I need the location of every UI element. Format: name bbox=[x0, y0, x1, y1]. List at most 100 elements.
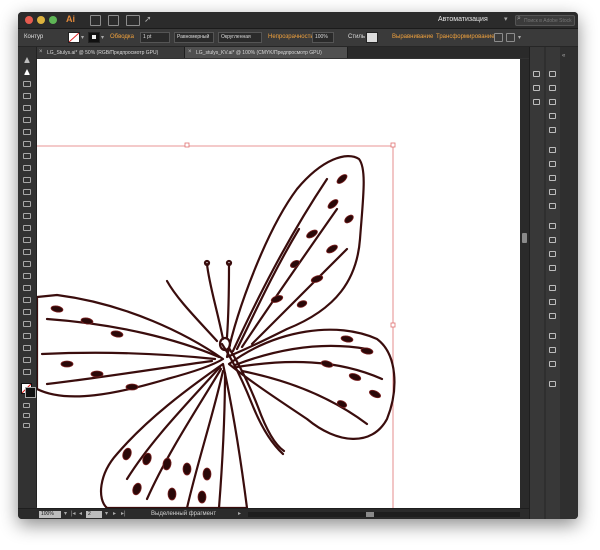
butterfly-artwork[interactable] bbox=[37, 59, 520, 508]
width-tool-icon[interactable] bbox=[23, 213, 31, 219]
stroke-panel-icon[interactable] bbox=[549, 147, 556, 153]
selection-handle[interactable] bbox=[390, 322, 396, 328]
stock-icon[interactable] bbox=[108, 15, 119, 26]
direct-selection-tool-icon[interactable] bbox=[24, 69, 30, 75]
style-swatch[interactable] bbox=[366, 32, 378, 43]
magic-wand-tool-icon[interactable] bbox=[23, 81, 31, 87]
blend-tool-icon[interactable] bbox=[23, 297, 31, 303]
vertical-scrollbar[interactable] bbox=[520, 59, 529, 508]
opacity-field[interactable]: 100% bbox=[312, 32, 334, 43]
zoom-tool-icon[interactable] bbox=[23, 369, 31, 375]
properties-panel-icon[interactable] bbox=[533, 71, 540, 77]
close-window-button[interactable] bbox=[25, 16, 33, 24]
graphic-styles-panel-icon[interactable] bbox=[549, 203, 556, 209]
appearance-panel-icon[interactable] bbox=[549, 189, 556, 195]
navigator-panel-icon[interactable] bbox=[549, 381, 556, 387]
mesh-tool-icon[interactable] bbox=[23, 261, 31, 267]
zoom-field[interactable]: 100% bbox=[39, 511, 61, 518]
libraries-panel-icon[interactable] bbox=[533, 99, 540, 105]
stroke-swatch[interactable] bbox=[88, 32, 100, 43]
stroke-color-icon[interactable] bbox=[25, 387, 36, 398]
links-panel-icon[interactable] bbox=[549, 333, 556, 339]
brush-select[interactable]: Округленная bbox=[218, 32, 262, 43]
layers-panel-icon[interactable] bbox=[533, 85, 540, 91]
gradient-tool-icon[interactable] bbox=[23, 273, 31, 279]
arrange-documents-icon[interactable] bbox=[126, 15, 140, 26]
color-panel-icon[interactable] bbox=[549, 71, 556, 77]
selection-handle[interactable] bbox=[390, 142, 396, 148]
horizontal-scrollbar-thumb[interactable] bbox=[366, 512, 374, 517]
rectangle-tool-icon[interactable] bbox=[23, 141, 31, 147]
stroke-dropdown-icon[interactable]: ▾ bbox=[101, 34, 104, 41]
stock-search-input[interactable] bbox=[524, 16, 572, 25]
next-artboard-icon[interactable]: ▸ bbox=[113, 510, 116, 517]
curvature-tool-icon[interactable] bbox=[23, 105, 31, 111]
vertical-scrollbar-thumb[interactable] bbox=[522, 233, 527, 243]
opacity-link[interactable]: Непрозрачность bbox=[268, 34, 313, 40]
shape-builder-tool-icon[interactable] bbox=[23, 237, 31, 243]
bridge-icon[interactable] bbox=[90, 15, 101, 26]
drawing-mode-icon[interactable] bbox=[23, 413, 30, 418]
horizontal-scrollbar[interactable] bbox=[248, 512, 520, 517]
selection-tool-icon[interactable] bbox=[24, 57, 30, 63]
collapse-panels-icon[interactable]: « bbox=[562, 53, 565, 59]
eyedropper-tool-icon[interactable] bbox=[23, 285, 31, 291]
symbol-sprayer-tool-icon[interactable] bbox=[23, 309, 31, 315]
gradient-panel-icon[interactable] bbox=[549, 161, 556, 167]
tab-document-1[interactable]: × LG_Stulys.ai* @ 50% (RGB/Предпросмотр … bbox=[36, 47, 185, 58]
free-transform-tool-icon[interactable] bbox=[23, 225, 31, 231]
pathfinder-panel-icon[interactable] bbox=[549, 313, 556, 319]
character-panel-icon[interactable] bbox=[549, 223, 556, 229]
tab-document-2[interactable]: × LG_stulys_KV.ai* @ 100% (CMYK/Предпрос… bbox=[185, 47, 348, 58]
last-artboard-icon[interactable]: ▸| bbox=[121, 510, 126, 517]
hand-tool-icon[interactable] bbox=[23, 357, 31, 363]
transparency-panel-icon[interactable] bbox=[549, 175, 556, 181]
artboard-dropdown-icon[interactable]: ▾ bbox=[105, 510, 108, 517]
fill-swatch[interactable] bbox=[68, 32, 80, 43]
arrange-icon[interactable] bbox=[506, 33, 515, 42]
panel-menu-icon[interactable]: ▾ bbox=[518, 34, 521, 41]
graph-tool-icon[interactable] bbox=[23, 321, 31, 327]
artboard-tool-icon[interactable] bbox=[23, 333, 31, 339]
transform-link[interactable]: Трансформирование bbox=[436, 34, 495, 40]
selection-handle[interactable] bbox=[184, 142, 190, 148]
swatches-panel-icon[interactable] bbox=[549, 99, 556, 105]
stroke-profile-select[interactable]: Равномерный bbox=[174, 32, 214, 43]
eraser-tool-icon[interactable] bbox=[23, 177, 31, 183]
transform-panel-icon[interactable] bbox=[549, 285, 556, 291]
chevron-down-icon[interactable]: ▾ bbox=[504, 15, 508, 23]
type-tool-icon[interactable] bbox=[23, 117, 31, 123]
stock-search[interactable]: ⌕ bbox=[515, 15, 575, 26]
pen-tool-icon[interactable] bbox=[23, 93, 31, 99]
opentype-panel-icon[interactable] bbox=[549, 251, 556, 257]
glyphs-panel-icon[interactable] bbox=[549, 265, 556, 271]
paragraph-panel-icon[interactable] bbox=[549, 237, 556, 243]
status-menu-icon[interactable]: ▸ bbox=[238, 510, 241, 517]
slice-tool-icon[interactable] bbox=[23, 345, 31, 351]
artboard-number-field[interactable]: 2 bbox=[86, 511, 102, 518]
align-panel-icon[interactable] bbox=[549, 299, 556, 305]
minimize-window-button[interactable] bbox=[37, 16, 45, 24]
artboards-panel-icon[interactable] bbox=[549, 347, 556, 353]
scale-tool-icon[interactable] bbox=[23, 201, 31, 207]
brushes-panel-icon[interactable] bbox=[549, 113, 556, 119]
perspective-grid-tool-icon[interactable] bbox=[23, 249, 31, 255]
pencil-tool-icon[interactable] bbox=[23, 165, 31, 171]
paintbrush-tool-icon[interactable] bbox=[23, 153, 31, 159]
stroke-weight-field[interactable]: 1 pt bbox=[140, 32, 170, 43]
fill-dropdown-icon[interactable]: ▾ bbox=[81, 34, 84, 41]
color-guide-icon[interactable] bbox=[549, 85, 556, 91]
previous-artboard-icon[interactable]: ◂ bbox=[79, 510, 82, 517]
close-tab-icon[interactable]: × bbox=[188, 49, 192, 55]
artboard-canvas[interactable] bbox=[37, 59, 520, 508]
line-tool-icon[interactable] bbox=[23, 129, 31, 135]
close-tab-icon[interactable]: × bbox=[39, 49, 43, 55]
color-mode-icon[interactable] bbox=[23, 403, 30, 408]
maximize-window-button[interactable] bbox=[49, 16, 57, 24]
symbols-panel-icon[interactable] bbox=[549, 127, 556, 133]
gpu-performance-icon[interactable]: ➚ bbox=[144, 14, 152, 25]
workspace-switcher[interactable]: Автоматизация bbox=[438, 16, 488, 23]
first-artboard-icon[interactable]: |◂ bbox=[71, 510, 76, 517]
isolate-icon[interactable] bbox=[494, 33, 503, 42]
zoom-dropdown-icon[interactable]: ▾ bbox=[64, 510, 67, 517]
